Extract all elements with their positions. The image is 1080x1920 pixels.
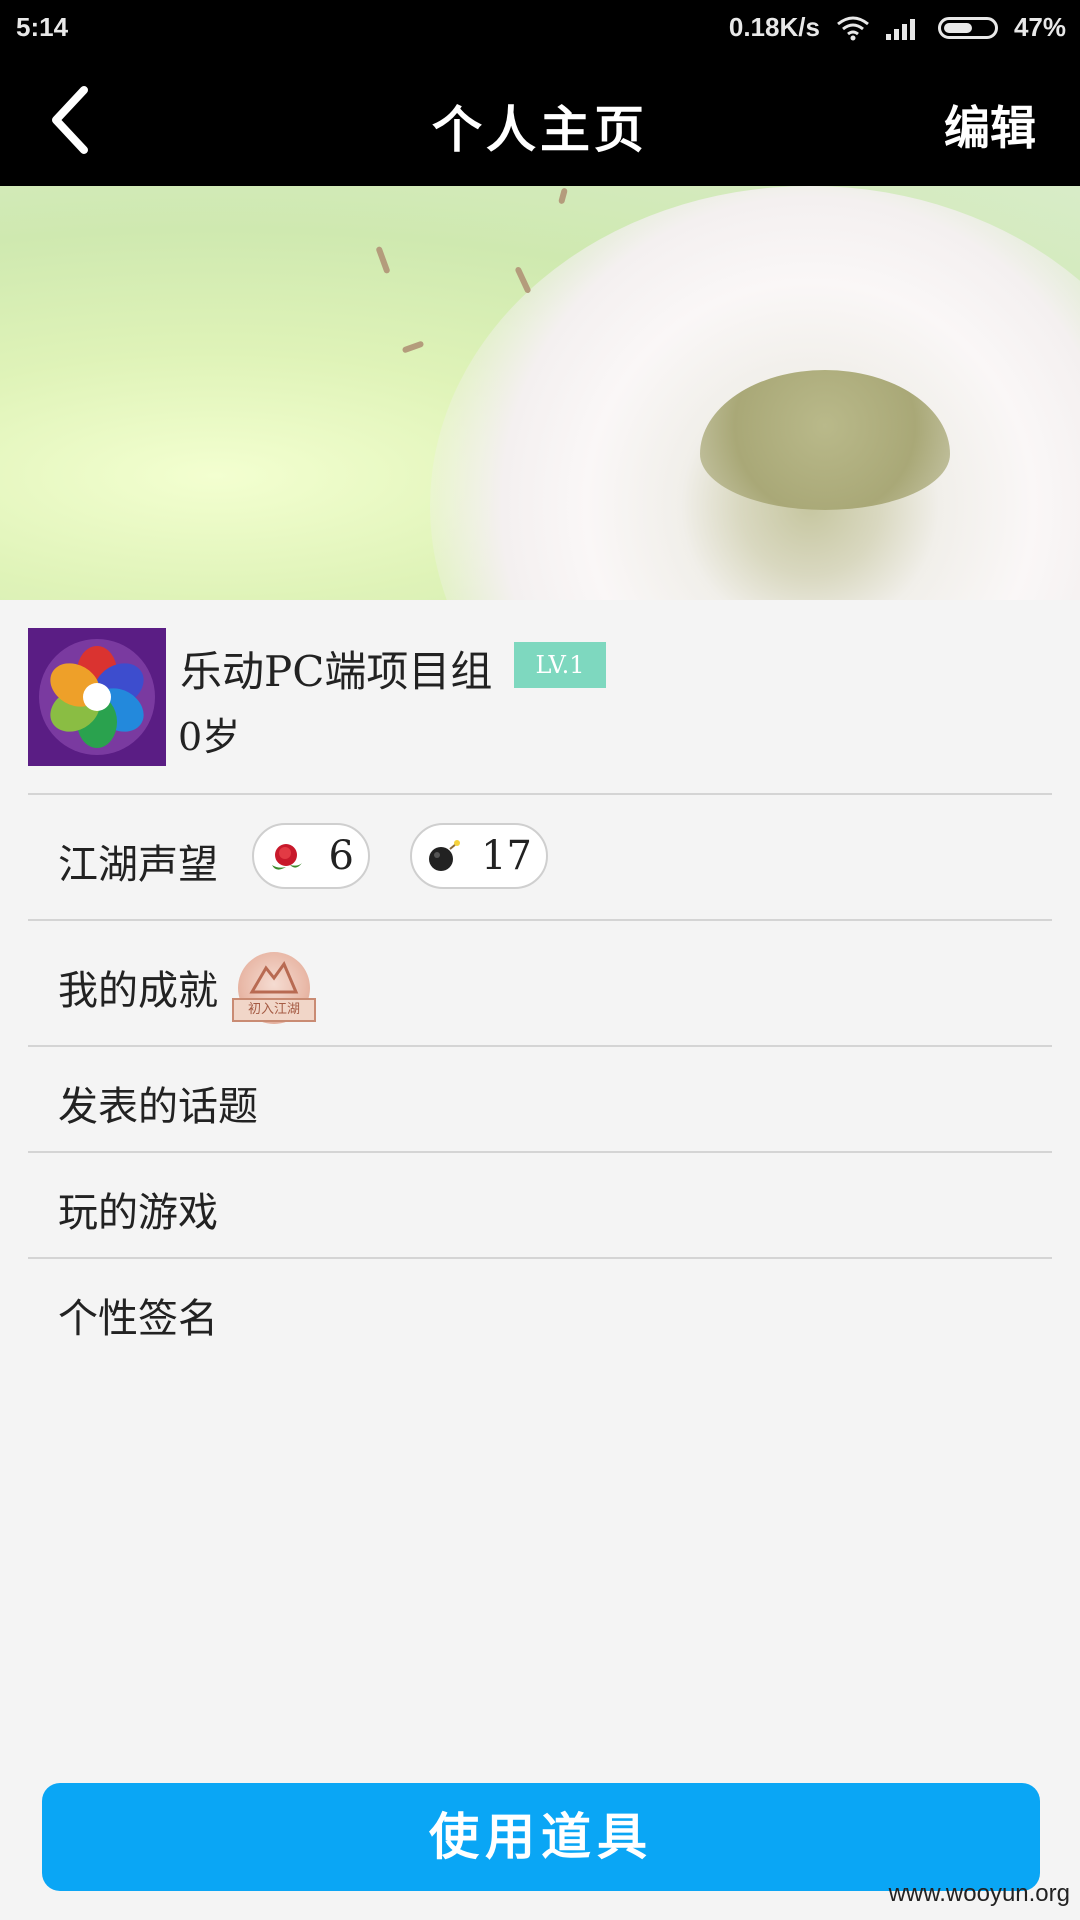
profile-header: 乐动PC端项目组 LV.1 0岁 [28,628,1052,766]
battery-icon [937,16,998,39]
games-label[interactable]: 玩的游戏 [58,1180,218,1238]
edit-button[interactable]: 编辑 [944,92,1036,158]
achievement-badge-icon[interactable]: 初入江湖 [232,952,316,1024]
bomb-count: 17 [481,833,532,879]
divider [28,919,1052,921]
status-bar: 5:14 0.18K/s 47% [0,0,1080,54]
divider [28,793,1052,795]
achievement-badge-label: 初入江湖 [232,998,316,1022]
rose-count-pill[interactable]: 6 [252,823,370,889]
level-badge: LV.1 [514,642,606,688]
username: 乐动PC端项目组 [180,647,493,696]
divider [28,1045,1052,1047]
watermark: www.wooyun.org [888,1880,1070,1907]
title-bar: 个人主页 编辑 [0,54,1080,186]
status-icons: 0.18K/s 47% [729,12,1066,43]
signal-icon [885,16,922,40]
net-speed: 0.18K/s [728,12,820,42]
use-items-button[interactable]: 使用道具 [42,1783,1040,1891]
rose-count: 6 [328,833,354,879]
reputation-label: 江湖声望 [58,842,218,888]
flower-logo-icon [28,628,166,766]
mountain-emblem-icon [249,960,299,994]
bomb-icon [429,840,460,871]
achievements-label: 我的成就 [58,968,218,1014]
rose-icon [272,844,302,870]
wifi-icon [837,16,869,40]
bomb-count-pill[interactable]: 17 [410,823,548,889]
profile-banner-image [0,186,1080,600]
battery-level: 47% [1013,12,1066,42]
age-text: 0岁 [178,715,241,759]
topics-label[interactable]: 发表的话题 [58,1074,258,1132]
divider [28,1257,1052,1259]
divider [28,1151,1052,1153]
avatar[interactable] [28,628,166,766]
signature-label[interactable]: 个性签名 [58,1286,218,1344]
page-title: 个人主页 [432,100,648,159]
status-time: 5:14 [16,12,69,42]
